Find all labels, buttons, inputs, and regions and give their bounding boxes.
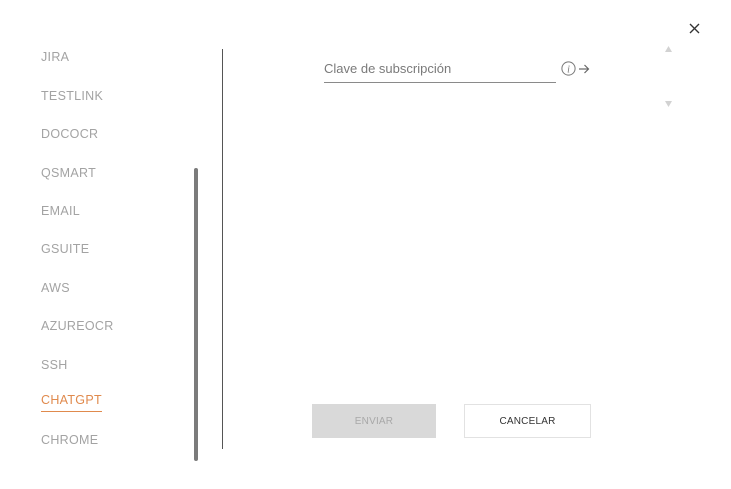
send-button[interactable]: ENVIAR bbox=[312, 404, 436, 438]
scroll-up-icon[interactable] bbox=[664, 40, 673, 52]
arrow-right-icon[interactable] bbox=[577, 62, 591, 76]
sidebar-item-label: GSUITE bbox=[41, 242, 90, 256]
sidebar-item-qsmart[interactable]: QSMART bbox=[41, 166, 96, 188]
sidebar-item-azureocr[interactable]: AZUREOCR bbox=[41, 319, 114, 341]
sidebar-item-label: DOCOCR bbox=[41, 127, 99, 141]
cancel-button[interactable]: CANCELAR bbox=[464, 404, 591, 438]
sidebar-item-label: JIRA bbox=[41, 50, 70, 64]
sidebar-item-label: TESTLINK bbox=[41, 89, 104, 103]
sidebar-divider bbox=[222, 49, 223, 449]
subscription-key-field bbox=[324, 56, 556, 83]
sidebar-item-testlink[interactable]: TESTLINK bbox=[41, 89, 103, 111]
sidebar-item-label: CHROME bbox=[41, 433, 99, 447]
scroll-down-icon[interactable] bbox=[664, 95, 673, 107]
sidebar-item-chrome[interactable]: CHROME bbox=[41, 433, 98, 455]
sidebar-item-label: QSMART bbox=[41, 166, 97, 180]
close-icon bbox=[689, 23, 700, 34]
sidebar-item-label: AZUREOCR bbox=[41, 319, 114, 333]
integration-sidebar: JIRA TESTLINK DOCOCR QSMART EMAIL GSUITE… bbox=[0, 40, 200, 465]
sidebar-item-dococr[interactable]: DOCOCR bbox=[41, 127, 98, 149]
close-button[interactable] bbox=[685, 19, 705, 39]
integration-dialog: JIRA TESTLINK DOCOCR QSMART EMAIL GSUITE… bbox=[0, 0, 731, 489]
sidebar-item-label: SSH bbox=[41, 358, 68, 372]
info-icon[interactable]: i bbox=[561, 61, 576, 76]
sidebar-item-email[interactable]: EMAIL bbox=[41, 204, 80, 226]
sidebar-item-label: CHATGPT bbox=[41, 393, 102, 412]
subscription-key-input[interactable] bbox=[324, 56, 556, 80]
sidebar-item-gsuite[interactable]: GSUITE bbox=[41, 242, 89, 264]
sidebar-item-aws[interactable]: AWS bbox=[41, 281, 70, 303]
sidebar-item-label: AWS bbox=[41, 281, 70, 295]
svg-text:i: i bbox=[567, 64, 570, 75]
sidebar-item-jira[interactable]: JIRA bbox=[41, 50, 69, 72]
sidebar-scrollbar[interactable] bbox=[194, 168, 198, 461]
sidebar-item-chatgpt[interactable]: CHATGPT bbox=[41, 393, 102, 415]
sidebar-item-ssh[interactable]: SSH bbox=[41, 358, 68, 380]
sidebar-item-label: EMAIL bbox=[41, 204, 81, 218]
